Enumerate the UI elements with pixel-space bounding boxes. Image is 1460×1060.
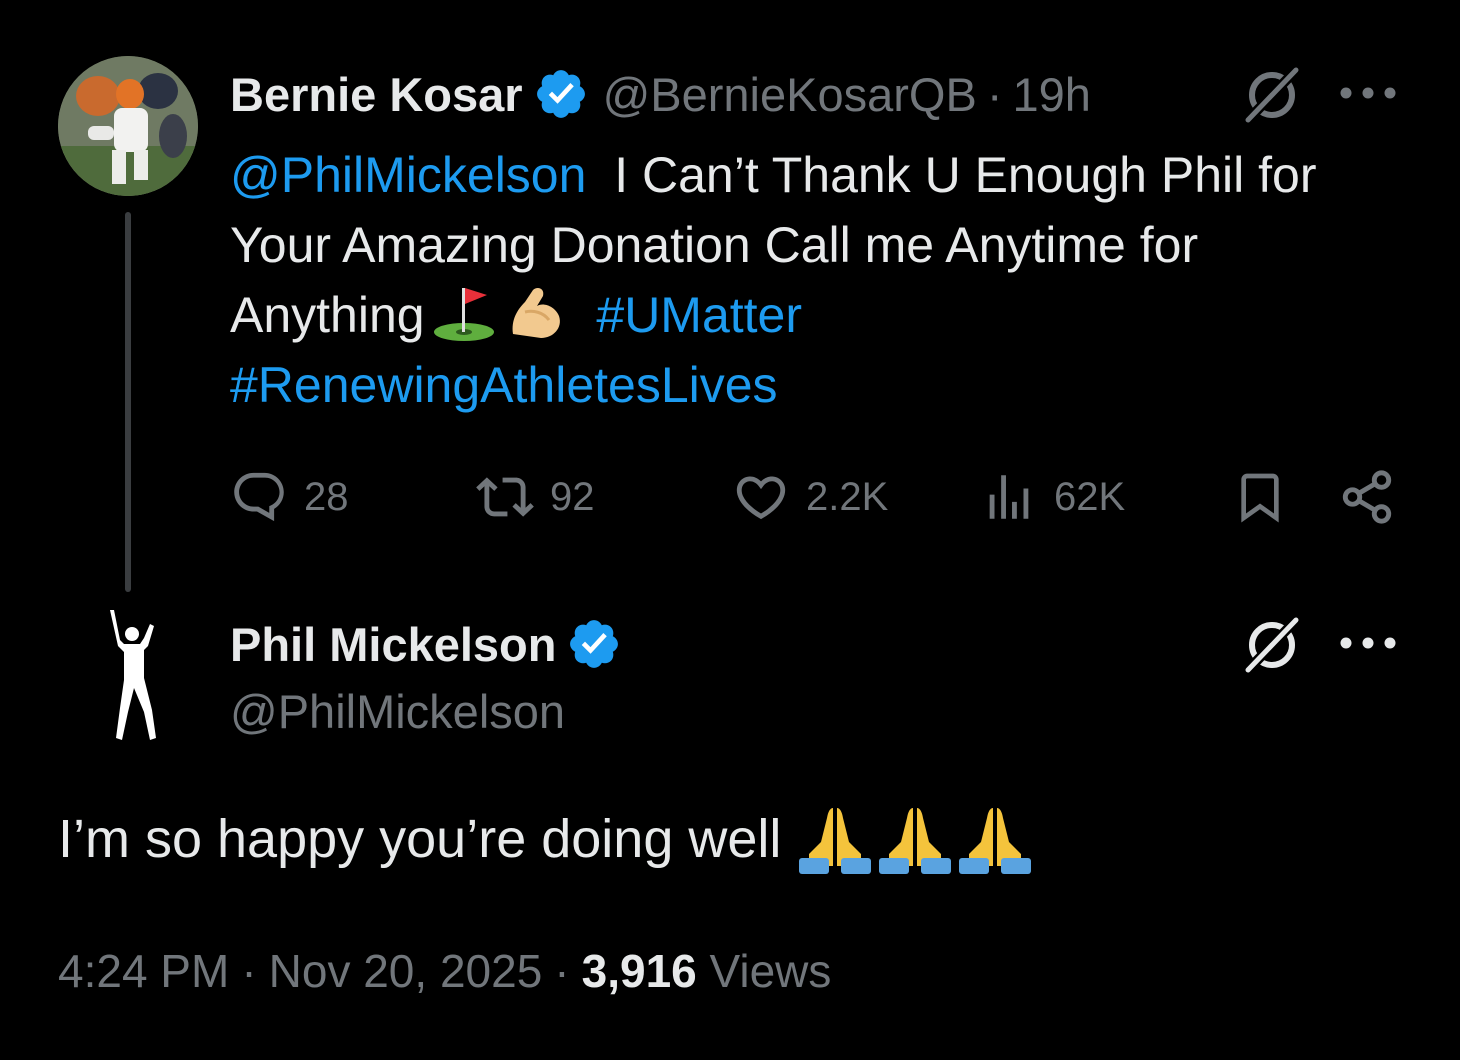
hashtag-umatter-link[interactable]: #UMatter <box>596 287 802 343</box>
reply-header: Phil Mickelson <box>230 612 622 676</box>
tweet-text: @PhilMickelson I Can’t Thank U Enough Ph… <box>230 140 1420 420</box>
tweet-text-line-3: Anything #UMatter <box>230 280 1420 350</box>
views-count: 62K <box>1054 474 1126 519</box>
tweet-header: Bernie Kosar @BernieKosarQB · 19h <box>230 62 1091 126</box>
analytics-icon <box>989 475 1029 519</box>
share-icon[interactable] <box>1338 468 1396 526</box>
reply-views-label: Views <box>709 945 832 997</box>
folded-hands-emoji-icon <box>799 808 872 874</box>
tweet-text-line-2: Your Amazing Donation Call me Anytime fo… <box>230 217 1199 273</box>
tweet-text-line-1: @PhilMickelson I Can’t Thank U Enough Ph… <box>230 140 1420 210</box>
reply-text-content: I’m so happy you’re doing well <box>58 809 782 869</box>
repost-count: 92 <box>550 474 595 519</box>
like-button[interactable]: 2.2K <box>732 468 888 526</box>
tweet-text-segment: Anything <box>230 287 425 343</box>
bookmark-icon[interactable] <box>1232 468 1288 526</box>
grok-icon[interactable] <box>1240 614 1304 676</box>
author-display-name[interactable]: Bernie Kosar <box>230 67 523 122</box>
like-count: 2.2K <box>806 474 889 519</box>
verified-badge-icon <box>570 620 619 668</box>
more-options-icon[interactable] <box>1338 632 1398 654</box>
golf-flag-emoji-icon <box>433 288 494 341</box>
hashtag-renewing-athletes-lives-link[interactable]: #RenewingAthletesLives <box>230 357 778 413</box>
reply-author-display-name[interactable]: Phil Mickelson <box>230 617 556 672</box>
author-handle[interactable]: @BernieKosarQB <box>603 68 977 121</box>
avatar-bernie-kosar[interactable] <box>58 56 198 196</box>
reply-author-handle[interactable]: @PhilMickelson <box>230 684 565 739</box>
avatar-phil-mickelson[interactable] <box>60 600 200 745</box>
grok-icon[interactable] <box>1240 64 1304 126</box>
more-options-icon[interactable] <box>1338 82 1398 104</box>
repost-icon <box>476 477 534 517</box>
tweet-thread: Bernie Kosar @BernieKosarQB · 19h @PhilMic… <box>0 0 1460 1060</box>
reply-count: 28 <box>304 474 349 519</box>
tweet-time-ago[interactable]: 19h <box>1012 68 1090 121</box>
reply-views-count: 3,916 <box>581 945 697 997</box>
reply-meta: 4:24 PM · Nov 20, 2025 · 3,916 Views <box>58 945 832 997</box>
golfer-silhouette-avatar-icon <box>110 610 156 740</box>
author-handle-and-time: @BernieKosarQB · 19h <box>602 67 1091 121</box>
tweet-text-segment: I Can’t Thank U Enough Phil for <box>614 147 1317 203</box>
repost-button[interactable]: 92 <box>476 468 595 526</box>
heart-icon <box>736 476 786 520</box>
reply-date[interactable]: Nov 20, 2025 <box>269 945 543 997</box>
reply-text: I’m so happy you’re doing well <box>58 802 1033 876</box>
folded-hands-emoji-icon <box>959 808 1032 874</box>
football-player-avatar-icon <box>58 56 198 196</box>
reply-time[interactable]: 4:24 PM <box>58 945 229 997</box>
folded-hands-emoji-icon <box>879 808 952 874</box>
mention-link[interactable]: @PhilMickelson <box>230 147 586 203</box>
verified-badge-icon <box>536 70 585 118</box>
reply-button[interactable]: 28 <box>230 468 349 526</box>
tweet-text-line-4: #RenewingAthletesLives <box>230 350 1420 420</box>
views-button[interactable]: 62K <box>980 468 1125 526</box>
flexed-biceps-emoji-icon <box>512 288 560 338</box>
reply-icon <box>234 472 284 522</box>
thread-connector-line <box>125 212 131 592</box>
